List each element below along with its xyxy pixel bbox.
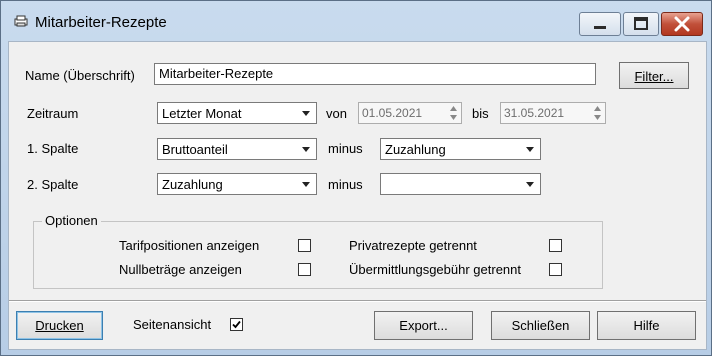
spin-arrows-icon[interactable] <box>447 104 460 122</box>
minus1-label: minus <box>328 141 363 156</box>
name-value: Mitarbeiter-Rezepte <box>159 66 274 81</box>
minus1-value: Zuzahlung <box>385 142 446 157</box>
zeitraum-value: Letzter Monat <box>162 106 242 121</box>
window-title: Mitarbeiter-Rezepte <box>35 14 167 31</box>
export-button[interactable]: Export... <box>374 311 473 340</box>
spalte1-label: 1. Spalte <box>27 141 79 156</box>
bis-date-value: 31.05.2021 <box>504 106 565 120</box>
minimize-icon <box>594 26 606 29</box>
spalte1-select[interactable]: Bruttoanteil <box>157 138 317 160</box>
spalte1-value: Bruttoanteil <box>162 142 228 157</box>
chevron-down-icon <box>302 182 310 187</box>
close-icon <box>674 16 690 32</box>
title-bar[interactable]: Mitarbeiter-Rezepte <box>1 1 711 39</box>
bis-date-spinner[interactable]: 31.05.2021 <box>500 102 606 124</box>
schliessen-button-label: Schließen <box>511 318 570 333</box>
footer-separator <box>9 300 706 302</box>
zeitraum-select[interactable]: Letzter Monat <box>157 102 317 124</box>
minus2-select[interactable] <box>380 173 541 195</box>
name-label: Name (Überschrift) <box>25 68 135 83</box>
von-label: von <box>326 106 347 121</box>
chevron-down-icon <box>302 147 310 152</box>
options-group: Optionen Tarifpositionen anzeigen Nullbe… <box>33 213 603 289</box>
seitenansicht-label: Seitenansicht <box>133 317 212 332</box>
maximize-icon <box>634 17 648 30</box>
spalte2-value: Zuzahlung <box>162 177 223 192</box>
hilfe-button-label: Hilfe <box>633 318 660 333</box>
name-field[interactable]: Mitarbeiter-Rezepte <box>154 63 596 85</box>
schliessen-button[interactable]: Schließen <box>491 311 590 340</box>
zeitraum-label: Zeitraum <box>27 106 79 121</box>
filter-button[interactable]: Filter... <box>619 62 689 89</box>
printer-icon <box>14 15 28 27</box>
maximize-button[interactable] <box>623 12 659 36</box>
close-button[interactable] <box>661 12 703 36</box>
options-legend: Optionen <box>42 213 101 228</box>
drucken-button[interactable]: Drucken <box>16 311 103 340</box>
uebermittlung-label: Übermittlungsgebühr getrennt <box>349 262 521 277</box>
nullbetraege-checkbox[interactable] <box>298 263 311 276</box>
privat-label: Privatrezepte getrennt <box>349 238 477 253</box>
nullbetraege-label: Nullbeträge anzeigen <box>119 262 242 277</box>
uebermittlung-checkbox[interactable] <box>549 263 562 276</box>
spalte2-label: 2. Spalte <box>27 177 79 192</box>
chevron-down-icon <box>526 147 534 152</box>
checkmark-icon <box>232 320 241 329</box>
seitenansicht-checkbox[interactable] <box>230 318 243 331</box>
filter-button-label: Filter... <box>634 69 674 84</box>
minimize-button[interactable] <box>579 12 621 36</box>
bis-label: bis <box>472 106 489 121</box>
privat-checkbox[interactable] <box>549 239 562 252</box>
tarif-label: Tarifpositionen anzeigen <box>119 238 260 253</box>
dialog-content: Name (Überschrift) Mitarbeiter-Rezepte F… <box>8 41 707 350</box>
spalte2-select[interactable]: Zuzahlung <box>157 173 317 195</box>
minus1-select[interactable]: Zuzahlung <box>380 138 541 160</box>
spin-arrows-icon[interactable] <box>591 104 604 122</box>
hilfe-button[interactable]: Hilfe <box>597 311 696 340</box>
chevron-down-icon <box>302 111 310 116</box>
von-date-value: 01.05.2021 <box>362 106 423 120</box>
export-button-label: Export... <box>399 318 448 333</box>
chevron-down-icon <box>526 182 534 187</box>
drucken-button-label: Drucken <box>35 318 84 333</box>
von-date-spinner[interactable]: 01.05.2021 <box>358 102 462 124</box>
dialog-window: Mitarbeiter-Rezepte Name (Überschrift) M… <box>0 0 712 356</box>
tarif-checkbox[interactable] <box>298 239 311 252</box>
minus2-label: minus <box>328 177 363 192</box>
